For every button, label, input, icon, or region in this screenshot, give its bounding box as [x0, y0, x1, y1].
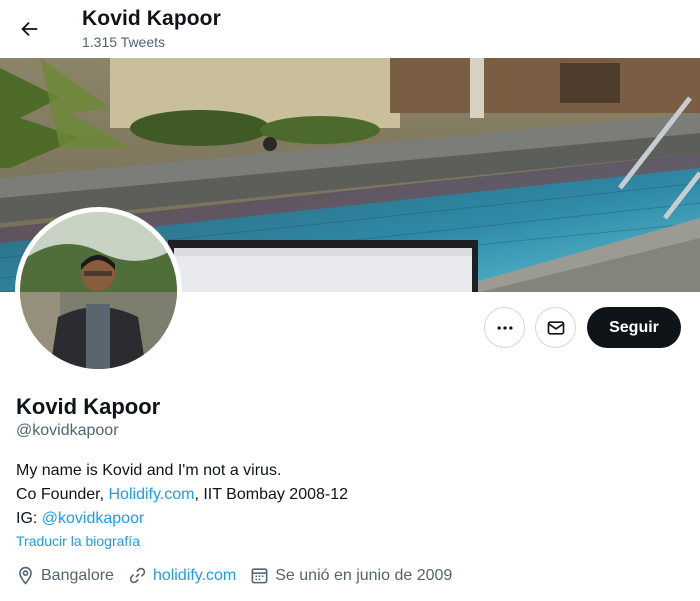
bio-text: IG:	[16, 510, 42, 527]
location-text: Bangalore	[41, 566, 114, 584]
website-item: holidify.com	[128, 566, 236, 585]
more-button[interactable]	[484, 307, 525, 348]
avatar[interactable]	[15, 207, 182, 374]
bio-text: Co Founder,	[16, 486, 109, 503]
translate-bio-link[interactable]: Traducir la biografía	[16, 533, 140, 549]
message-button[interactable]	[535, 307, 576, 348]
profile-bio: My name is Kovid and I'm not a virus. Co…	[16, 459, 348, 531]
profile-meta: Bangalore holidify.com Se unió en junio …	[16, 566, 466, 585]
follow-button[interactable]: Seguir	[587, 307, 681, 348]
bio-line: IG: @kovidkapoor	[16, 507, 348, 531]
back-button[interactable]	[12, 12, 46, 46]
profile-handle: @kovidkapoor	[16, 422, 119, 439]
location-item: Bangalore	[16, 566, 114, 585]
location-pin-icon	[19, 566, 32, 585]
avatar-image	[20, 212, 177, 369]
link-icon	[129, 567, 146, 584]
website-link[interactable]: holidify.com	[153, 567, 236, 585]
profile-header: Kovid Kapoor 1.315 Tweets	[0, 0, 700, 58]
bio-website-link[interactable]: Holidify.com	[109, 486, 195, 503]
more-horizontal-icon	[497, 325, 512, 330]
bio-line: Co Founder, Holidify.com, IIT Bombay 200…	[16, 483, 348, 507]
tweet-count: 1.315 Tweets	[82, 34, 166, 50]
arrow-left-icon	[21, 21, 38, 37]
mail-icon	[547, 320, 564, 335]
joined-item: Se unió en junio de 2009	[250, 566, 452, 585]
bio-text: , IIT Bombay 2008-12	[194, 486, 349, 503]
profile-name: Kovid Kapoor	[16, 394, 161, 419]
calendar-icon	[251, 568, 268, 584]
header-title: Kovid Kapoor	[82, 7, 221, 30]
bio-instagram-link[interactable]: @kovidkapoor	[42, 510, 145, 527]
joined-text: Se unió en junio de 2009	[275, 566, 453, 584]
bio-line: My name is Kovid and I'm not a virus.	[16, 462, 282, 479]
